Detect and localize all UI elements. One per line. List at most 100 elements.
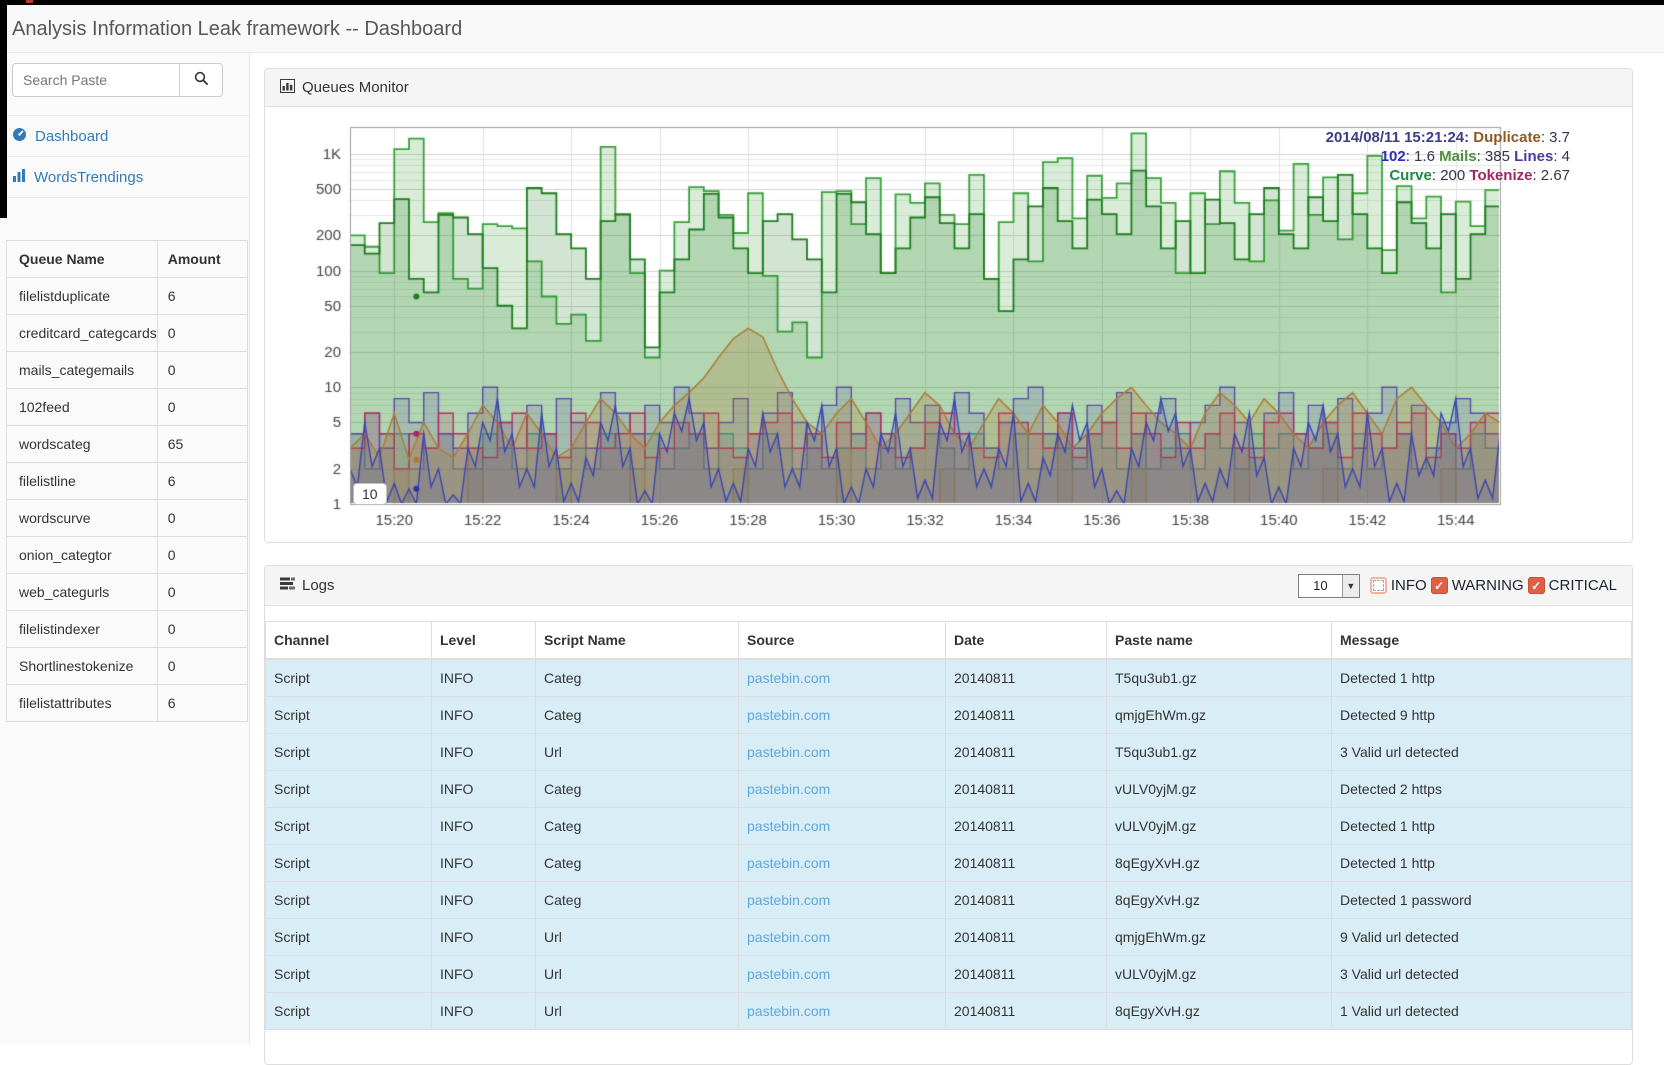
logs-cell: Categ [536, 881, 739, 918]
source-link[interactable]: pastebin.com [747, 818, 830, 834]
source-cell: pastebin.com [739, 659, 946, 697]
source-link[interactable]: pastebin.com [747, 670, 830, 686]
queue-table-header-row: Queue Name Amount [7, 241, 248, 278]
logs-cell: 20140811 [946, 955, 1107, 992]
source-cell: pastebin.com [739, 733, 946, 770]
source-cell: pastebin.com [739, 955, 946, 992]
logs-table-row: ScriptINFOUrlpastebin.com201408118qEgyXv… [266, 992, 1632, 1029]
logs-cell: Categ [536, 844, 739, 881]
logs-table-row: ScriptINFOCategpastebin.com201408118qEgy… [266, 881, 1632, 918]
legend-segment: : 200 [1432, 167, 1470, 184]
queue-amount-cell: 6 [157, 278, 247, 315]
chart-tooltip: 10 [353, 483, 387, 505]
legend-segment: Mails [1439, 148, 1477, 165]
critical-checkbox[interactable]: ✓ [1528, 577, 1545, 594]
logs-column-header: Message [1332, 622, 1632, 659]
queue-table-row: filelistindexer0 [7, 611, 248, 648]
sidebar-item-dashboard[interactable]: Dashboard [0, 116, 249, 157]
logs-cell: vULV0yjM.gz [1107, 770, 1332, 807]
legend-segment: Curve [1389, 167, 1432, 184]
queue-amount-header: Amount [157, 241, 247, 278]
log-level-filters: INFO✓WARNING✓CRITICAL [1366, 577, 1617, 594]
queue-amount-cell: 65 [157, 426, 247, 463]
sidebar-item-wordstrendings[interactable]: WordsTrendings [0, 157, 249, 198]
logs-cell: 20140811 [946, 844, 1107, 881]
queue-name-cell: web_categurls [7, 574, 158, 611]
source-link[interactable]: pastebin.com [747, 929, 830, 945]
logs-cell: Categ [536, 770, 739, 807]
queue-table: Queue Name Amount filelistduplicate6cred… [6, 240, 248, 722]
logs-table: ChannelLevelScript NameSourceDatePaste n… [265, 621, 1632, 1030]
logs-cell: 9 Valid url detected [1332, 918, 1632, 955]
logs-cell: Script [266, 696, 432, 733]
logs-cell: Categ [536, 696, 739, 733]
logs-cell: vULV0yjM.gz [1107, 955, 1332, 992]
source-link[interactable]: pastebin.com [747, 855, 830, 871]
search-input[interactable] [12, 63, 179, 97]
logs-cell: Url [536, 992, 739, 1029]
queue-amount-cell: 0 [157, 352, 247, 389]
legend-line: 102: 1.6 Mails: 385 Lines: 4 [1326, 147, 1570, 166]
logs-column-header: Level [432, 622, 536, 659]
logs-column-header: Source [739, 622, 946, 659]
logs-cell: T5qu3ub1.gz [1107, 733, 1332, 770]
queue-amount-cell: 0 [157, 315, 247, 352]
page-size-select[interactable]: 10 ▼ [1298, 574, 1360, 598]
logs-cell: Script [266, 659, 432, 697]
queue-name-cell: Shortlinestokenize [7, 648, 158, 685]
logs-cell: Script [266, 844, 432, 881]
legend-segment: : 4 [1553, 148, 1570, 165]
queues-monitor-header: Queues Monitor [265, 69, 1632, 107]
source-cell: pastebin.com [739, 696, 946, 733]
logs-table-row: ScriptINFOCategpastebin.com201408118qEgy… [266, 844, 1632, 881]
source-link[interactable]: pastebin.com [747, 707, 830, 723]
legend-line: Curve: 200 Tokenize: 2.67 [1326, 166, 1570, 185]
warning-checkbox[interactable]: ✓ [1431, 577, 1448, 594]
queue-table-row: filelistduplicate6 [7, 278, 248, 315]
source-link[interactable]: pastebin.com [747, 781, 830, 797]
search-button[interactable] [179, 63, 223, 97]
queue-name-cell: mails_categemails [7, 352, 158, 389]
queue-amount-cell: 0 [157, 611, 247, 648]
source-link[interactable]: pastebin.com [747, 744, 830, 760]
source-link[interactable]: pastebin.com [747, 966, 830, 982]
logs-cell: Script [266, 881, 432, 918]
logs-cell: INFO [432, 881, 536, 918]
logs-cell: Categ [536, 807, 739, 844]
queue-table-row: wordscurve0 [7, 500, 248, 537]
queue-name-cell: creditcard_categcards [7, 315, 158, 352]
queue-table-row: filelistattributes6 [7, 685, 248, 722]
source-link[interactable]: pastebin.com [747, 892, 830, 908]
log-filter-info: INFO [1370, 577, 1427, 594]
source-cell: pastebin.com [739, 918, 946, 955]
source-cell: pastebin.com [739, 881, 946, 918]
queue-table-row: wordscateg65 [7, 426, 248, 463]
filter-label: INFO [1391, 577, 1427, 594]
queue-name-cell: filelistattributes [7, 685, 158, 722]
logs-cell: 20140811 [946, 881, 1107, 918]
logs-table-row: ScriptINFOCategpastebin.com20140811T5qu3… [266, 659, 1632, 697]
logs-cell: INFO [432, 844, 536, 881]
legend-segment: : 385 [1477, 148, 1515, 165]
queue-name-cell: wordscateg [7, 426, 158, 463]
source-link[interactable]: pastebin.com [747, 1003, 830, 1019]
queue-name-header: Queue Name [7, 241, 158, 278]
queue-amount-cell: 0 [157, 648, 247, 685]
logs-cell: Url [536, 955, 739, 992]
info-checkbox[interactable] [1370, 577, 1387, 594]
screen-edge-artifact [26, 0, 33, 3]
logs-cell: vULV0yjM.gz [1107, 807, 1332, 844]
screen-edge-top [0, 0, 1664, 5]
queue-table-row: mails_categemails0 [7, 352, 248, 389]
queue-name-cell: filelistline [7, 463, 158, 500]
logs-cell: 3 Valid url detected [1332, 955, 1632, 992]
legend-segment: 2014/08/11 15:21:24: [1326, 129, 1474, 146]
logs-cell: Script [266, 918, 432, 955]
logs-cell: INFO [432, 807, 536, 844]
search-group [12, 63, 223, 97]
logs-cell: INFO [432, 992, 536, 1029]
logs-cell: INFO [432, 659, 536, 697]
logs-table-row: ScriptINFOUrlpastebin.com20140811vULV0yj… [266, 955, 1632, 992]
queue-name-cell: filelistindexer [7, 611, 158, 648]
queue-name-cell: 102feed [7, 389, 158, 426]
